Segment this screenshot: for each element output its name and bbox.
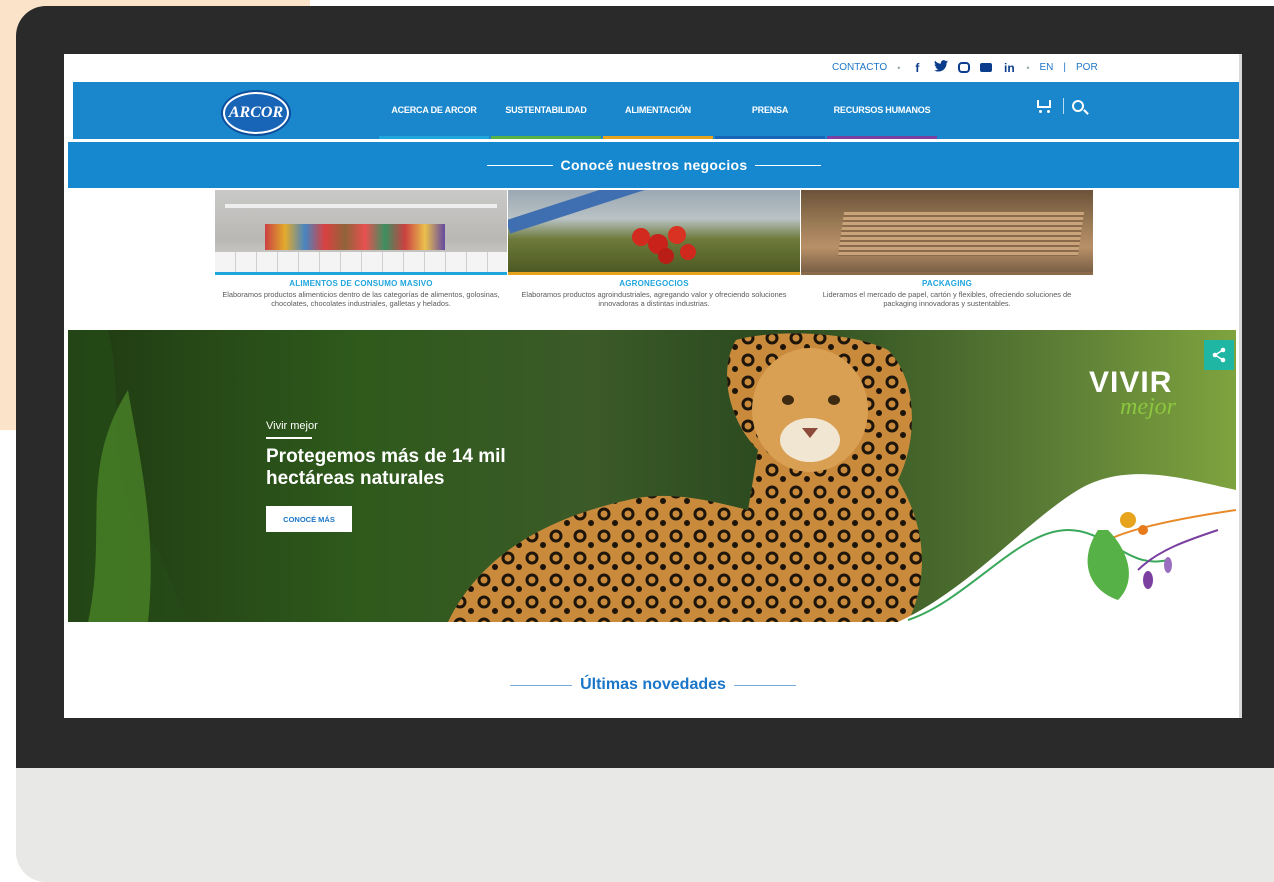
nav-actions [1035, 98, 1084, 114]
arcor-logo[interactable]: ARCOR [223, 92, 289, 134]
card-title: ALIMENTOS DE CONSUMO MASIVO [289, 279, 433, 288]
nav-item-acerca[interactable]: ACERCA DE ARCOR [379, 82, 489, 139]
instagram-icon[interactable] [958, 62, 971, 73]
hero-headline: Protegemos más de 14 mil hectáreas natur… [266, 446, 506, 489]
separator-dot: • [897, 62, 901, 73]
card-underline [215, 272, 507, 275]
icon-divider [1063, 98, 1064, 114]
news-title: Últimas novedades [580, 676, 726, 693]
monitor-frame: CONTACTO • f in • EN | POR ARCOR ACERCA … [16, 6, 1274, 882]
nav-item-sustentabilidad[interactable]: SUSTENTABILIDAD [491, 82, 601, 139]
lang-en-link[interactable]: EN [1040, 62, 1054, 73]
browser-screen: CONTACTO • f in • EN | POR ARCOR ACERCA … [64, 54, 1242, 718]
nav-item-label: ALIMENTACIÓN [625, 104, 691, 115]
vivir-mejor-logo-script: mejor [1120, 394, 1176, 420]
nav-item-alimentacion[interactable]: ALIMENTACIÓN [603, 82, 713, 139]
lang-por-link[interactable]: POR [1076, 62, 1098, 73]
facebook-icon[interactable]: f [910, 61, 924, 75]
page-scrollbar[interactable] [1239, 54, 1242, 718]
nav-underline [827, 136, 937, 139]
card-image-shelf [215, 190, 507, 272]
card-description: Elaboramos productos alimenticios dentro… [222, 290, 500, 308]
twitter-icon[interactable] [934, 60, 949, 75]
hero-kicker-underline [266, 437, 312, 439]
card-description: Elaboramos productos agroindustriales, a… [521, 290, 787, 308]
business-card-agronegocios[interactable]: AGRONEGOCIOS Elaboramos productos agroin… [508, 190, 800, 308]
hero-banner: VIVIR mejor Vivir mejor Protegemos más d… [68, 330, 1236, 622]
nav-item-label: PRENSA [751, 104, 789, 115]
decor-line [733, 684, 796, 686]
main-nav: ARCOR ACERCA DE ARCOR SUSTENTABILIDAD AL… [73, 82, 1239, 139]
decor-line [486, 164, 553, 166]
nav-item-recursos-humanos[interactable]: RECURSOS HUMANOS [827, 82, 937, 139]
section-band: Conocé nuestros negocios [68, 142, 1240, 188]
monitor-bezel: CONTACTO • f in • EN | POR ARCOR ACERCA … [16, 6, 1274, 768]
nav-underline [379, 136, 489, 139]
card-title: PACKAGING [921, 279, 973, 288]
hero-cta-button[interactable]: CONOCÉ MÁS [266, 506, 352, 532]
card-image-tomatoes [508, 190, 800, 272]
nav-item-label: ACERCA DE ARCOR [391, 104, 477, 115]
nav-item-label: SUSTENTABILIDAD [505, 104, 587, 115]
card-title: AGRONEGOCIOS [619, 279, 689, 288]
nav-underline [491, 136, 601, 139]
business-card-packaging[interactable]: PACKAGING Lideramos el mercado de papel,… [801, 190, 1093, 308]
lang-separator: | [1063, 62, 1067, 73]
share-icon [1212, 347, 1226, 363]
card-underline [801, 272, 1093, 275]
card-description: Lideramos el mercado de papel, cartón y … [822, 290, 1072, 308]
card-image-cardboard [801, 190, 1093, 272]
cart-icon[interactable] [1035, 98, 1055, 114]
hero-illustration [68, 330, 1236, 622]
linkedin-icon[interactable]: in [1002, 61, 1016, 75]
contact-link[interactable]: CONTACTO [832, 62, 887, 73]
monitor-stand-area [16, 768, 1274, 882]
business-card-consumo[interactable]: ALIMENTOS DE CONSUMO MASIVO Elaboramos p… [215, 190, 507, 308]
youtube-icon[interactable] [980, 63, 993, 72]
share-button[interactable] [1204, 340, 1234, 370]
separator-dot: • [1026, 62, 1030, 73]
nav-item-prensa[interactable]: PRENSA [715, 82, 825, 139]
decor-line [755, 164, 822, 166]
nav-item-label: RECURSOS HUMANOS [833, 104, 931, 115]
news-heading: Últimas novedades [64, 676, 1242, 694]
utility-bar: CONTACTO • f in • EN | POR [64, 54, 1242, 82]
section-title: Conocé nuestros negocios [560, 157, 748, 173]
card-underline [508, 272, 800, 275]
hero-kicker: Vivir mejor [266, 420, 318, 432]
nav-underline [715, 136, 825, 139]
nav-underline [603, 136, 713, 139]
search-icon[interactable] [1072, 100, 1084, 112]
decor-line [510, 684, 573, 686]
